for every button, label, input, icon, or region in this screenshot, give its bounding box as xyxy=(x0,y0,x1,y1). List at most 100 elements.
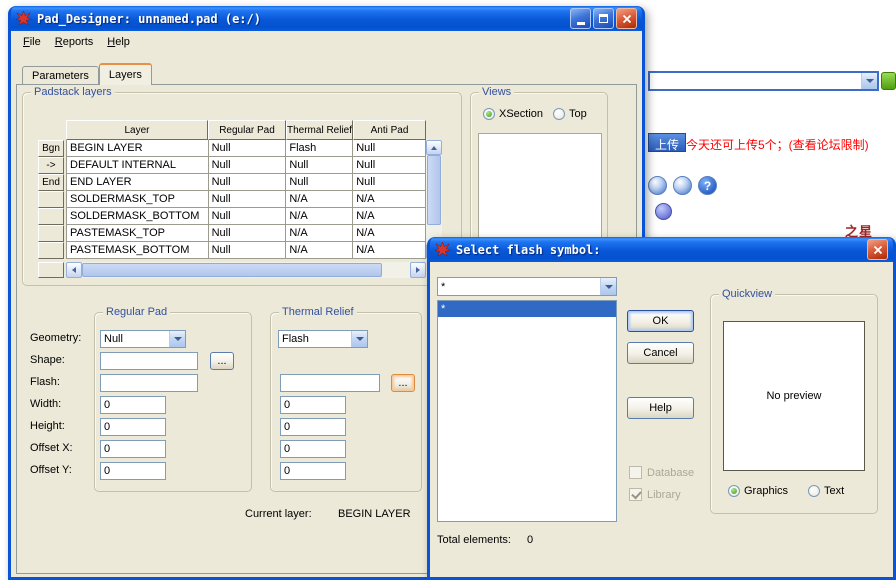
cell-regular-pad[interactable]: Null xyxy=(209,140,287,157)
cell-layer[interactable]: PASTEMASK_BOTTOM xyxy=(67,242,209,259)
tab-parameters[interactable]: Parameters xyxy=(22,66,99,85)
scrollbar-thumb[interactable] xyxy=(427,155,441,225)
graphics-radio[interactable]: Graphics xyxy=(728,485,788,497)
cell-layer[interactable]: BEGIN LAYER xyxy=(67,140,209,157)
minimize-button[interactable] xyxy=(570,8,591,29)
text-radio[interactable]: Text xyxy=(808,485,844,497)
cell-thermal-relief[interactable]: N/A xyxy=(286,191,353,208)
cell-regular-pad[interactable]: Null xyxy=(209,208,287,225)
offset-y-field[interactable] xyxy=(100,462,166,480)
cell-thermal-relief[interactable]: N/A xyxy=(286,225,353,242)
titlebar[interactable]: Pad_Designer: unnamed.pad (e:/) xyxy=(11,6,642,31)
xsection-radio[interactable]: XSection xyxy=(483,108,543,120)
go-icon[interactable] xyxy=(881,72,896,90)
dialog-titlebar[interactable]: Select flash symbol: xyxy=(430,237,893,262)
cell-anti-pad[interactable]: N/A xyxy=(353,225,426,242)
cell-anti-pad[interactable]: N/A xyxy=(353,242,426,259)
cell-layer[interactable]: DEFAULT INTERNAL xyxy=(67,157,209,174)
cell-anti-pad[interactable]: N/A xyxy=(353,191,426,208)
scroll-right-button[interactable] xyxy=(410,262,426,278)
table-row[interactable]: SOLDERMASK_BOTTOM Null N/A N/A xyxy=(67,208,426,225)
list-item[interactable]: * xyxy=(438,301,616,317)
thermal-browse-button[interactable]: ... xyxy=(391,374,415,392)
cell-thermal-relief[interactable]: Null xyxy=(286,174,353,191)
toolbar-icon[interactable] xyxy=(648,176,667,195)
row-marker[interactable] xyxy=(38,262,64,278)
symbol-list[interactable]: * xyxy=(437,300,617,522)
cell-thermal-relief[interactable]: N/A xyxy=(286,242,353,259)
thermal-offset-y-field[interactable] xyxy=(280,462,346,480)
maximize-button[interactable] xyxy=(593,8,614,29)
help-icon[interactable]: ? xyxy=(698,176,717,195)
row-marker[interactable] xyxy=(38,242,64,259)
quickview-label: Quickview xyxy=(719,288,775,300)
table-row[interactable]: END LAYER Null Null Null xyxy=(67,174,426,191)
thermal-offset-x-field[interactable] xyxy=(280,440,346,458)
window-title: Pad_Designer: unnamed.pad (e:/) xyxy=(35,12,566,26)
table-row[interactable]: BEGIN LAYER Null Flash Null xyxy=(67,140,426,157)
shape-field[interactable] xyxy=(100,352,198,370)
row-marker[interactable] xyxy=(38,225,64,242)
tab-layers[interactable]: Layers xyxy=(99,63,152,85)
horizontal-scrollbar[interactable] xyxy=(66,262,426,278)
row-marker[interactable] xyxy=(38,191,64,208)
menu-help[interactable]: Help xyxy=(100,33,137,51)
scrollbar-thumb[interactable] xyxy=(82,263,382,277)
thermal-width-field[interactable] xyxy=(280,396,346,414)
cell-regular-pad[interactable]: Null xyxy=(209,242,287,259)
cell-regular-pad[interactable]: Null xyxy=(209,191,287,208)
row-marker[interactable]: End xyxy=(38,174,64,191)
cell-anti-pad[interactable]: Null xyxy=(353,174,426,191)
scroll-up-button[interactable] xyxy=(426,140,442,155)
cell-thermal-relief[interactable]: N/A xyxy=(286,208,353,225)
cell-layer[interactable]: END LAYER xyxy=(67,174,209,191)
address-combo[interactable] xyxy=(648,71,879,91)
help-button[interactable]: Help xyxy=(627,397,694,419)
thermal-flash-field[interactable] xyxy=(280,374,380,392)
height-field[interactable] xyxy=(100,418,166,436)
dropdown-arrow-icon[interactable] xyxy=(351,331,367,347)
ok-button[interactable]: OK xyxy=(627,310,694,332)
scroll-left-button[interactable] xyxy=(66,262,82,278)
table-row[interactable]: SOLDERMASK_TOP Null N/A N/A xyxy=(67,191,426,208)
flash-field[interactable] xyxy=(100,374,198,392)
upload-button[interactable]: 上传 xyxy=(648,133,686,152)
cell-regular-pad[interactable]: Null xyxy=(209,157,287,174)
cell-anti-pad[interactable]: Null xyxy=(353,157,426,174)
radio-icon xyxy=(728,485,740,497)
shape-browse-button[interactable]: ... xyxy=(210,352,234,370)
top-radio[interactable]: Top xyxy=(553,108,587,120)
row-marker[interactable] xyxy=(38,208,64,225)
row-marker[interactable]: -> xyxy=(38,157,64,174)
cell-regular-pad[interactable]: Null xyxy=(209,225,287,242)
menu-reports[interactable]: Reports xyxy=(48,33,101,51)
row-marker[interactable]: Bgn xyxy=(38,140,64,157)
table-row[interactable]: PASTEMASK_TOP Null N/A N/A xyxy=(67,225,426,242)
thermal-geometry-combo[interactable]: Flash xyxy=(278,330,368,348)
cell-regular-pad[interactable]: Null xyxy=(209,174,287,191)
cell-layer[interactable]: PASTEMASK_TOP xyxy=(67,225,209,242)
cell-thermal-relief[interactable]: Null xyxy=(286,157,353,174)
width-field[interactable] xyxy=(100,396,166,414)
current-layer-value: BEGIN LAYER xyxy=(338,508,411,520)
close-button[interactable] xyxy=(616,8,637,29)
thermal-height-field[interactable] xyxy=(280,418,346,436)
cell-layer[interactable]: SOLDERMASK_TOP xyxy=(67,191,209,208)
dialog-close-button[interactable] xyxy=(867,239,888,260)
cell-layer[interactable]: SOLDERMASK_BOTTOM xyxy=(67,208,209,225)
cancel-button[interactable]: Cancel xyxy=(627,342,694,364)
table-row[interactable]: DEFAULT INTERNAL Null Null Null xyxy=(67,157,426,174)
geometry-combo[interactable]: Null xyxy=(100,330,186,348)
badge-icon[interactable] xyxy=(655,203,672,220)
menu-file[interactable]: File xyxy=(16,33,48,51)
offset-x-field[interactable] xyxy=(100,440,166,458)
dropdown-arrow-icon[interactable] xyxy=(600,278,616,295)
toolbar-icon[interactable] xyxy=(673,176,692,195)
filter-combo[interactable]: * xyxy=(437,277,617,296)
dropdown-arrow-icon[interactable] xyxy=(169,331,185,347)
cell-anti-pad[interactable]: Null xyxy=(353,140,426,157)
cell-anti-pad[interactable]: N/A xyxy=(353,208,426,225)
dropdown-arrow-icon[interactable] xyxy=(861,73,877,89)
cell-thermal-relief[interactable]: Flash xyxy=(286,140,353,157)
table-row[interactable]: PASTEMASK_BOTTOM Null N/A N/A xyxy=(67,242,426,259)
